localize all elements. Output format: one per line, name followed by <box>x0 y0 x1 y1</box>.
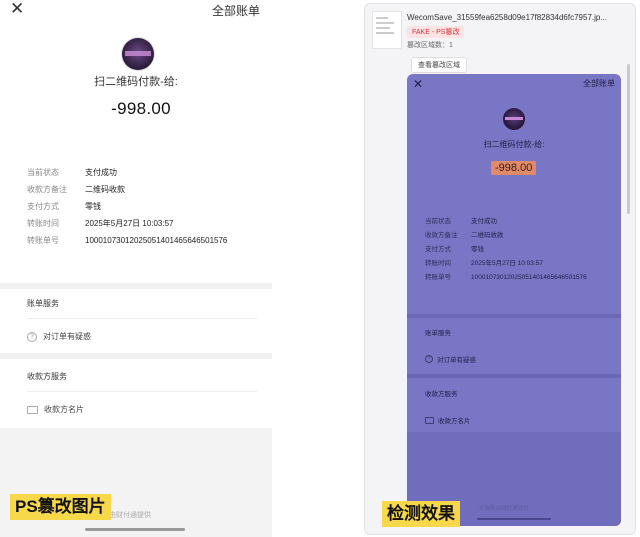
order-question-item: ? 对订单有疑惑 <box>425 354 476 364</box>
order-question-label: 对订单有疑惑 <box>437 357 476 364</box>
card-icon <box>425 416 434 424</box>
payee-service-title: 收款方服务 <box>425 391 458 398</box>
divider <box>27 391 257 392</box>
view-tamper-region-button[interactable]: 查看篡改区域 <box>411 57 467 73</box>
detail-key: 转账单号 <box>27 236 59 245</box>
question-circle-icon: ? <box>425 355 433 363</box>
detail-row-order-no: 转账单号 10001073012025051401465646501576 <box>27 235 257 257</box>
all-bills-link[interactable]: 全部账单 <box>212 2 260 19</box>
detail-row-method: 支付方式 零钱 <box>27 201 257 212</box>
close-icon: ✕ <box>413 77 424 91</box>
detail-row-remark: 收款方备注 二维码收款 <box>425 231 615 240</box>
detail-row-status: 当前状态 支付成功 <box>27 167 257 178</box>
detail-row-time: 转账时间 2025年5月27日 10:03:57 <box>27 218 257 229</box>
payee-service-title: 收款方服务 <box>27 372 67 381</box>
detail-value: 10001073012025051401465646501576 <box>471 274 587 281</box>
detail-row-time: 转账时间 2025年5月27日 10:03:57 <box>425 259 615 268</box>
close-icon[interactable]: ✕ <box>10 0 24 18</box>
detail-value: 2025年5月27日 10:03:57 <box>85 219 174 228</box>
divider <box>27 318 257 319</box>
detection-result-label: 检测效果 <box>382 501 460 527</box>
footer-note: 本服务由财付通提供 <box>479 506 529 512</box>
detail-value: 零钱 <box>471 246 484 253</box>
detail-value: 二维码收款 <box>471 232 504 239</box>
detail-key: 转账单号 <box>425 274 451 281</box>
detail-row-remark: 收款方备注 二维码收款 <box>27 184 257 195</box>
home-indicator <box>477 518 551 520</box>
home-indicator <box>85 528 185 531</box>
detail-value: 支付成功 <box>471 218 497 225</box>
tamper-region-count: 篡改区域数：1 <box>407 42 453 49</box>
detail-value[interactable]: 10001073012025051401465646501576 <box>85 235 255 246</box>
bill-service-title: 账单服务 <box>425 330 451 337</box>
tampered-screenshot: ✕ 全部账单 扫二维码付款-给: -998.00 当前状态 支付成功 收款方备注… <box>0 0 272 537</box>
detail-row-order-no: 转账单号 10001073012025051401465646501576 <box>425 273 615 291</box>
detail-key: 支付方式 <box>27 202 59 211</box>
question-circle-icon: ? <box>27 331 37 342</box>
order-question-item[interactable]: ? 对订单有疑惑 <box>27 331 91 342</box>
scrollbar[interactable] <box>627 64 630 214</box>
detail-row-method: 支付方式 零钱 <box>425 245 615 254</box>
section-gap <box>407 314 621 318</box>
payee-card-item[interactable]: 收款方名片 <box>27 404 84 415</box>
file-thumbnail[interactable] <box>372 11 402 49</box>
detail-key: 收款方备注 <box>425 232 458 239</box>
card-icon <box>27 405 38 414</box>
amount: -998.00 <box>111 99 171 118</box>
payee-card-label: 收款方名片 <box>44 405 84 414</box>
bottom-area <box>0 428 272 537</box>
payee-avatar <box>503 108 525 130</box>
order-question-label: 对订单有疑惑 <box>43 332 91 341</box>
detection-panel: WecomSave_31559fea6258d09e17f82834d6fc79… <box>364 3 636 535</box>
payee-card-item: 收款方名片 <box>425 415 471 425</box>
detail-value: 二维码收款 <box>85 185 125 194</box>
payee-card-label: 收款方名片 <box>438 418 471 425</box>
bill-service-title: 账单服务 <box>27 299 59 308</box>
section-gap <box>0 283 272 289</box>
tampered-amount-highlight: -998.00 <box>491 161 537 175</box>
detail-value: 零钱 <box>85 202 101 211</box>
payee-avatar <box>122 38 154 70</box>
detail-key: 收款方备注 <box>27 185 67 194</box>
all-bills-link: 全部账单 <box>583 79 615 88</box>
section-gap <box>407 374 621 378</box>
detail-value: 支付成功 <box>85 168 117 177</box>
detail-key: 支付方式 <box>425 246 451 253</box>
detail-key: 当前状态 <box>425 218 451 225</box>
detail-key: 当前状态 <box>27 168 59 177</box>
payee-title: 扫二维码付款-给: <box>94 76 178 88</box>
section-gap <box>0 353 272 359</box>
detail-row-status: 当前状态 支付成功 <box>425 217 615 226</box>
ps-tampered-label: PS篡改图片 <box>10 494 111 520</box>
detail-value: 2025年5月27日 10:03:57 <box>471 260 543 267</box>
file-name: WecomSave_31559fea6258d09e17f82834d6fc79… <box>407 13 608 22</box>
fake-badge: FAKE - PS篡改 <box>407 26 465 38</box>
detail-key: 转账时间 <box>27 219 59 228</box>
detail-key: 转账时间 <box>425 260 451 267</box>
detection-preview: ✕ 全部账单 扫二维码付款-给: -998.00 当前状态 支付成功 收款方备注… <box>407 74 621 526</box>
payee-title: 扫二维码付款-给: <box>483 140 545 149</box>
